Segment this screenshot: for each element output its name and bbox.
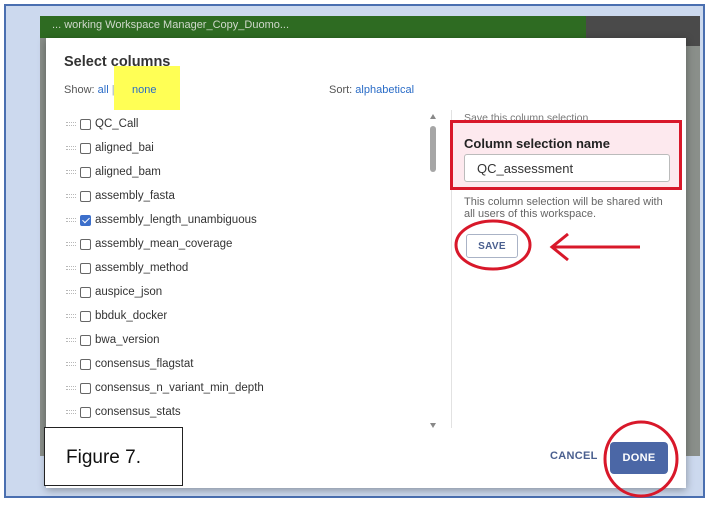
sort-controls: Sort: alphabetical (329, 84, 414, 96)
show-label: Show: (64, 84, 95, 96)
column-checkbox[interactable] (80, 238, 91, 250)
drag-handle-icon[interactable] (66, 362, 76, 366)
app-header-text: ... working Workspace Manager_Copy_Duomo… (52, 19, 290, 31)
column-checkbox[interactable] (80, 286, 91, 298)
column-list: QC_Call aligned_bai aligned_bam assembly_fa… (66, 112, 426, 432)
column-checkbox[interactable] (80, 310, 91, 322)
column-label: aligned_bai (95, 142, 154, 154)
scroll-down-icon[interactable] (430, 423, 436, 428)
column-label: assembly_length_unambiguous (95, 214, 257, 226)
drag-handle-icon[interactable] (66, 266, 76, 270)
column-label: assembly_fasta (95, 190, 175, 202)
column-label: consensus_stats (95, 406, 181, 418)
drag-handle-icon[interactable] (66, 146, 76, 150)
column-label: assembly_method (95, 262, 189, 274)
column-selection-name-label: Column selection name (464, 136, 610, 151)
scroll-up-icon[interactable] (430, 114, 436, 119)
figure-caption: Figure 7. (66, 447, 141, 468)
column-checkbox[interactable] (80, 382, 91, 394)
column-label: bbduk_docker (95, 310, 168, 322)
sort-alphabetical-link[interactable]: alphabetical (355, 84, 414, 96)
drag-handle-icon[interactable] (66, 410, 76, 414)
column-row[interactable]: bwa_version (66, 328, 160, 352)
column-label: auspice_json (95, 286, 163, 298)
column-label: consensus_n_variant_min_depth (95, 382, 264, 394)
drag-handle-icon[interactable] (66, 338, 76, 342)
drag-handle-icon[interactable] (66, 218, 76, 222)
drag-handle-icon[interactable] (66, 170, 76, 174)
cancel-button[interactable]: CANCEL (550, 450, 598, 462)
drag-handle-icon[interactable] (66, 242, 76, 246)
column-checkbox[interactable] (80, 358, 91, 370)
column-row[interactable]: aligned_bam (66, 160, 161, 184)
column-checkbox[interactable] (80, 406, 91, 418)
column-checkbox[interactable] (80, 118, 91, 130)
scroll-thumb[interactable] (430, 126, 436, 172)
column-row[interactable]: consensus_stats (66, 400, 181, 424)
sort-label: Sort: (329, 84, 353, 96)
column-checkbox[interactable] (80, 190, 91, 202)
done-button[interactable]: DONE (610, 442, 668, 474)
column-label: assembly_mean_coverage (95, 238, 233, 250)
column-row[interactable]: QC_Call (66, 112, 138, 136)
column-row[interactable]: consensus_flagstat (66, 352, 193, 376)
drag-handle-icon[interactable] (66, 386, 76, 390)
show-controls: Show: all | (64, 84, 115, 96)
show-all-link[interactable]: all (98, 84, 109, 96)
drag-handle-icon[interactable] (66, 290, 76, 294)
column-row[interactable]: consensus_n_variant_min_depth (66, 376, 264, 400)
select-columns-modal: Select columns Show: all | none Sort: al… (46, 38, 686, 488)
column-label: bwa_version (95, 334, 160, 346)
column-list-scrollbar[interactable] (428, 112, 438, 428)
column-row[interactable]: bbduk_docker (66, 304, 167, 328)
save-button[interactable]: SAVE (466, 234, 518, 258)
column-row[interactable]: assembly_length_unambiguous (66, 208, 257, 232)
drag-handle-icon[interactable] (66, 194, 76, 198)
column-row[interactable]: assembly_method (66, 256, 188, 280)
column-selection-name-input[interactable] (464, 154, 670, 182)
drag-handle-icon[interactable] (66, 122, 76, 126)
column-label: consensus_flagstat (95, 358, 194, 370)
column-checkbox[interactable] (80, 334, 91, 346)
show-separator: | (111, 84, 115, 96)
show-none-link[interactable]: none (132, 84, 156, 96)
column-checkbox[interactable] (80, 214, 91, 226)
column-row[interactable]: assembly_fasta (66, 184, 175, 208)
column-checkbox[interactable] (80, 262, 91, 274)
share-note: This column selection will be shared wit… (464, 196, 663, 220)
column-label: aligned_bam (95, 166, 161, 178)
column-row[interactable]: auspice_json (66, 280, 162, 304)
column-row[interactable]: assembly_mean_coverage (66, 232, 232, 256)
drag-handle-icon[interactable] (66, 314, 76, 318)
column-checkbox[interactable] (80, 142, 91, 154)
column-label: QC_Call (95, 118, 139, 130)
column-row[interactable]: aligned_bai (66, 136, 154, 160)
column-checkbox[interactable] (80, 166, 91, 178)
